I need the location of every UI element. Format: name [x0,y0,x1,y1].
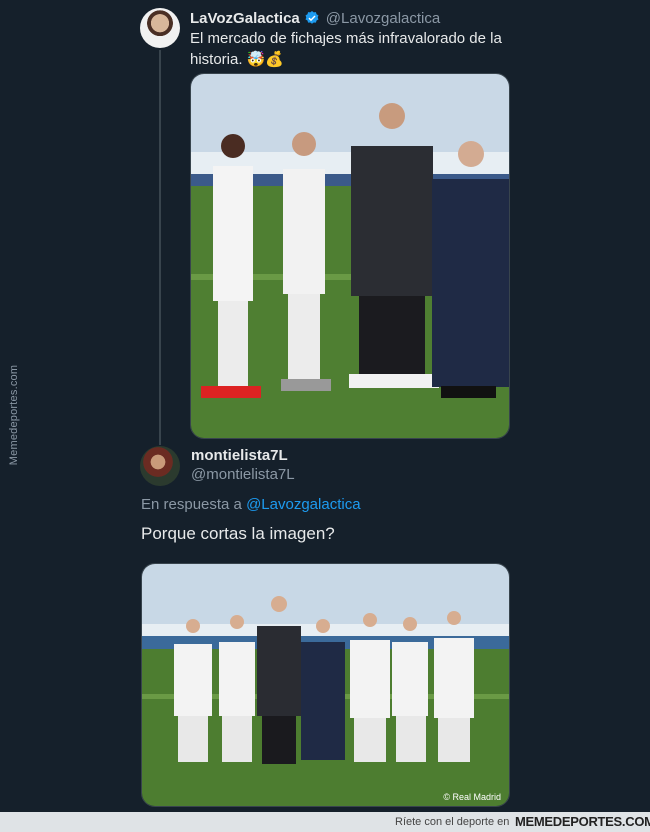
reply-author-handle[interactable]: @montielista7L [191,466,295,483]
verified-badge-icon [304,10,320,26]
footer-bar: Ríete con el deporte en MEMEDEPORTES.COM [0,812,650,832]
reply-to-link[interactable]: @Lavozgalactica [246,496,360,513]
tweet-photo[interactable] [190,73,510,439]
reply-prefix: En respuesta a [141,496,242,513]
footer-brand-logo[interactable]: MEMEDEPORTES.COM [515,814,650,829]
thread-connector-line [159,50,161,445]
author-name[interactable]: LaVozGalactica [190,10,300,27]
tweet-body: El mercado de fichajes más infravalorado… [190,30,502,68]
avatar[interactable] [140,8,180,48]
tweet-emojis: 🤯💰 [246,51,285,68]
tweet-text: El mercado de fichajes más infravalorado… [190,28,510,70]
reply-text: Porque cortas la imagen? [141,524,335,543]
tweet-header: LaVozGalactica @Lavozgalactica [190,8,440,28]
side-watermark-text: Memedeportes.com [8,364,20,466]
reply-context: En respuesta a @Lavozgalactica [141,496,361,513]
photo-credit: © Real Madrid [443,792,501,802]
reply-avatar[interactable] [140,446,180,486]
side-watermark: Memedeportes.com [6,355,22,475]
reply-photo[interactable]: © Real Madrid [141,563,510,807]
reply-author-name[interactable]: montielista7L [191,447,288,464]
author-handle[interactable]: @Lavozgalactica [326,10,440,27]
footer-tagline: Ríete con el deporte en [395,816,510,828]
